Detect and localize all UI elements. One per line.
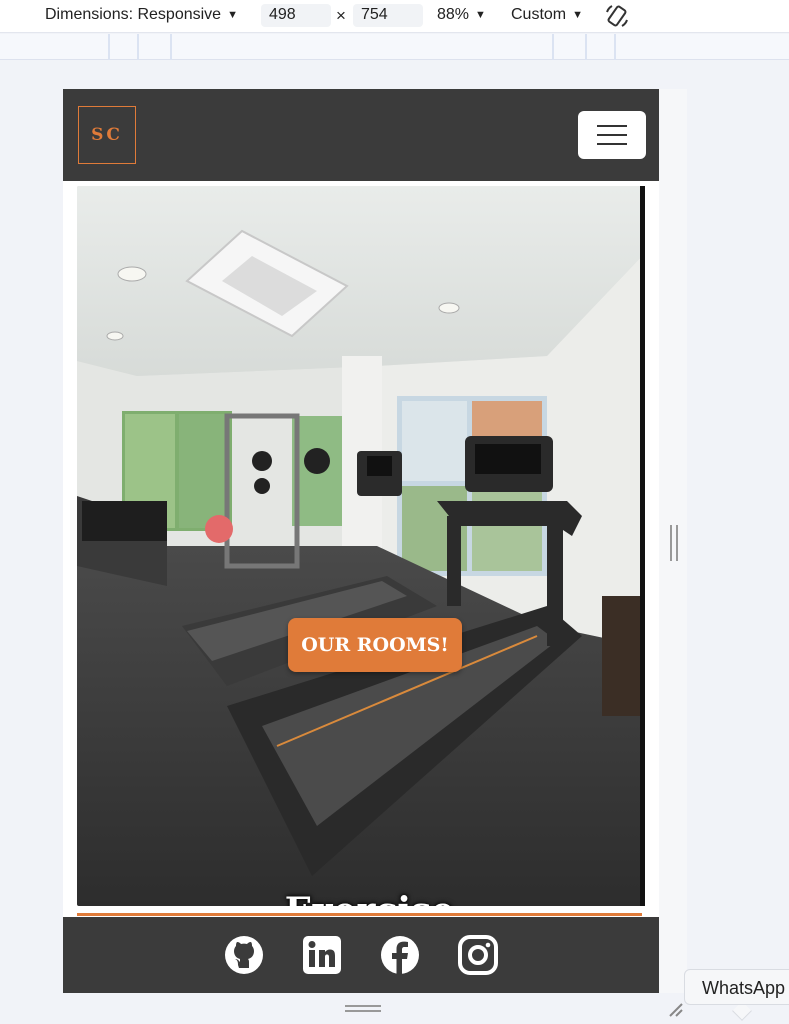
times-separator: × bbox=[336, 6, 346, 25]
devtools-toolbar: Dimensions: Responsive ▼ 498 × 754 88% ▼… bbox=[0, 0, 789, 33]
media-query-marker[interactable] bbox=[137, 34, 139, 60]
facebook-icon[interactable] bbox=[380, 935, 420, 975]
logo-text: SC bbox=[91, 125, 123, 145]
gym-photo-illustration bbox=[77, 186, 642, 906]
menu-toggle-button[interactable] bbox=[578, 111, 646, 159]
instagram-icon[interactable] bbox=[458, 935, 498, 975]
width-input[interactable]: 498 bbox=[261, 4, 331, 27]
linkedin-icon[interactable] bbox=[302, 935, 342, 975]
caret-down-icon: ▼ bbox=[475, 9, 486, 21]
accent-divider bbox=[77, 913, 642, 916]
media-query-marker[interactable] bbox=[170, 34, 172, 60]
our-rooms-button[interactable]: OUR ROOMS! bbox=[288, 618, 462, 672]
throttle-label: Custom bbox=[511, 6, 567, 23]
zoom-select[interactable]: 88% ▼ bbox=[437, 6, 486, 24]
zoom-label: 88% bbox=[437, 6, 470, 23]
carousel-edge bbox=[640, 186, 645, 906]
hamburger-line bbox=[597, 125, 627, 127]
vertical-resize-handle[interactable] bbox=[345, 1005, 381, 1012]
dimensions-select[interactable]: Dimensions: Responsive ▼ bbox=[45, 6, 238, 24]
media-query-marker[interactable] bbox=[614, 34, 616, 60]
height-input[interactable]: 754 bbox=[353, 4, 423, 27]
caret-down-icon: ▼ bbox=[572, 9, 584, 21]
site-footer bbox=[63, 917, 659, 993]
corner-resize-icon[interactable] bbox=[666, 1000, 684, 1018]
horizontal-resize-handle[interactable] bbox=[670, 525, 678, 561]
media-query-marker[interactable] bbox=[585, 34, 587, 60]
site-logo[interactable]: SC bbox=[78, 106, 136, 164]
device-viewport: SC OUR ROOMS! bbox=[63, 89, 659, 993]
media-query-bar bbox=[0, 34, 789, 60]
media-query-marker[interactable] bbox=[552, 34, 554, 60]
rotate-icon[interactable] bbox=[604, 3, 630, 29]
whatsapp-tooltip: WhatsApp bbox=[684, 969, 789, 1005]
hamburger-line bbox=[597, 134, 627, 136]
room-image: OUR ROOMS! Exercise bbox=[77, 186, 642, 906]
hamburger-line bbox=[597, 143, 627, 145]
caret-down-icon: ▼ bbox=[227, 9, 238, 21]
dimensions-label: Dimensions: Responsive bbox=[45, 6, 222, 23]
throttle-select[interactable]: Custom ▼ bbox=[511, 6, 583, 24]
room-title: Exercise bbox=[77, 890, 642, 906]
media-query-marker[interactable] bbox=[108, 34, 110, 60]
site-navbar: SC bbox=[63, 89, 659, 181]
github-icon[interactable] bbox=[224, 935, 264, 975]
